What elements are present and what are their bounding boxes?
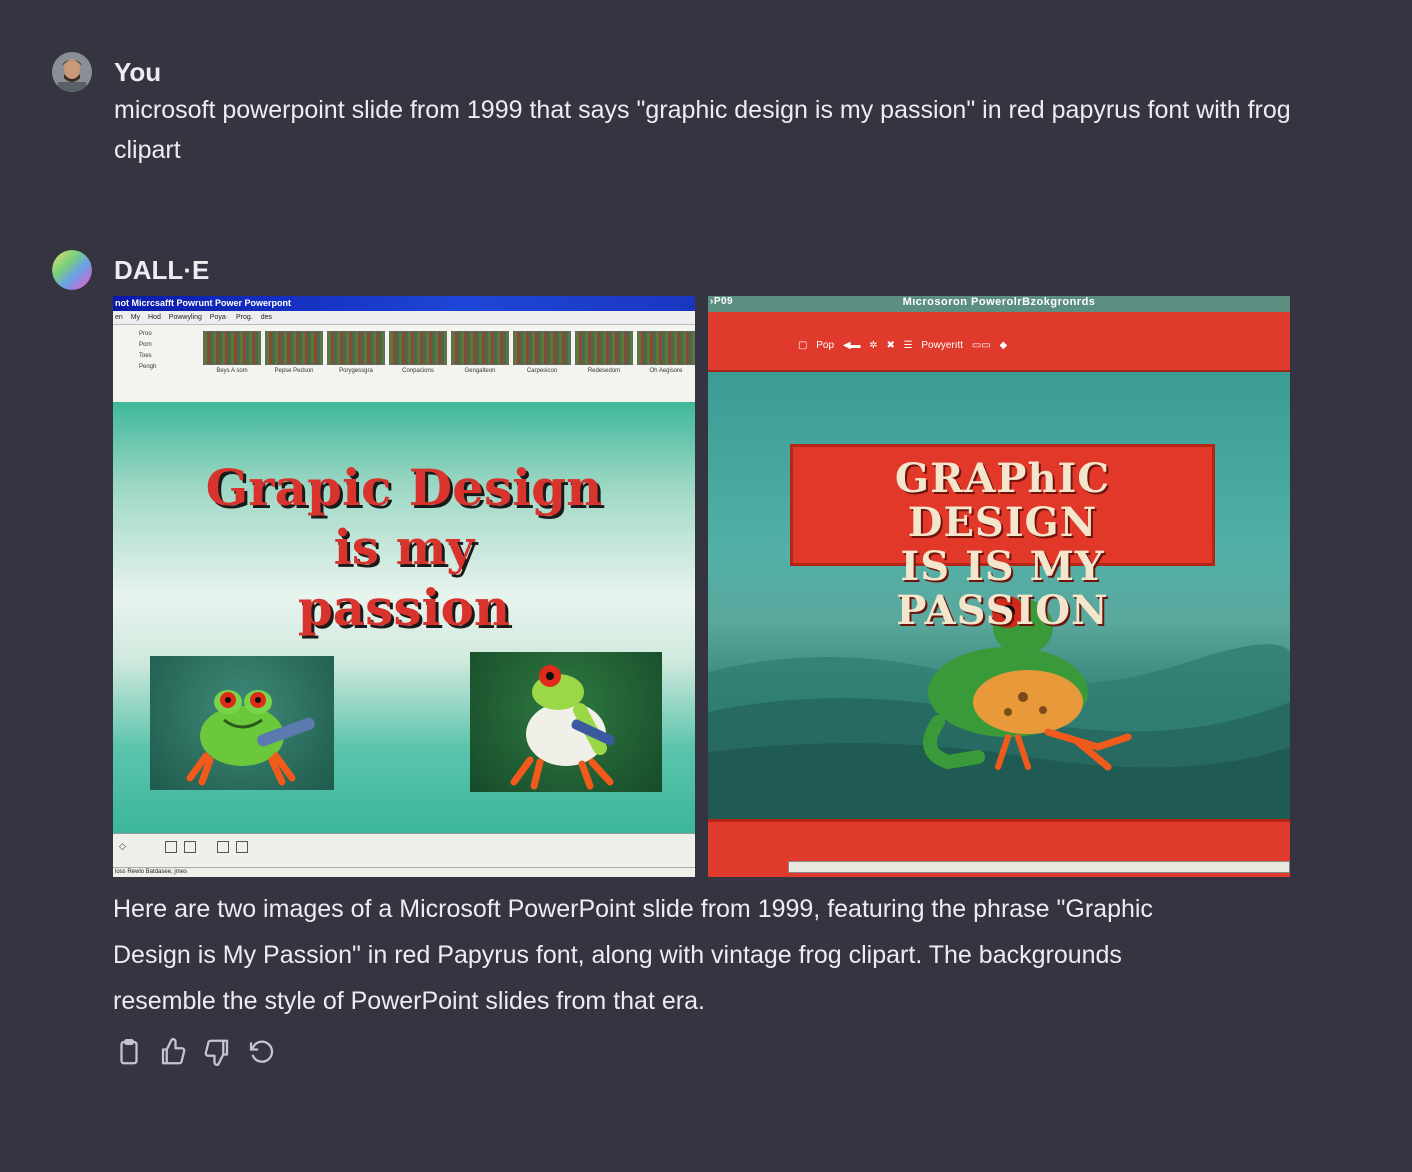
slide-thumbnail: Oh Aegisore bbox=[637, 331, 695, 377]
lines-icon: ☰ bbox=[903, 340, 913, 351]
thumb-label: Oh Aegisore bbox=[649, 368, 683, 374]
slide-thumbnail: Conpacions bbox=[389, 331, 447, 377]
thumb-label: Conpacions bbox=[402, 368, 434, 374]
slide-thumbnail: Beys A som bbox=[203, 331, 261, 377]
thumbs-down-button[interactable] bbox=[202, 1037, 232, 1067]
thumb-label: Porygessgra bbox=[339, 368, 373, 374]
frog-icon bbox=[510, 665, 615, 790]
slide-thumbnail: Pepse Pedson bbox=[265, 331, 323, 377]
titlebar-title: Mıcrosoron PowerolrBzokgronrds bbox=[902, 296, 1096, 308]
frog-clipart bbox=[470, 652, 662, 792]
slide-title-line2: IS IS MY PASSION bbox=[896, 543, 1109, 634]
frog-clipart bbox=[150, 656, 334, 790]
assistant-name: DALL·E bbox=[114, 255, 210, 285]
user-avatar bbox=[52, 52, 92, 92]
side-label: Proo bbox=[139, 331, 152, 337]
slide-title-line3: passion bbox=[297, 578, 511, 637]
slide-thumbnail: Porygessgra bbox=[327, 331, 385, 377]
ppt-titlebar: not Micrcsafft Powrunt Power Powerpont bbox=[113, 296, 695, 311]
side-label: Toes bbox=[139, 353, 152, 359]
generated-image-2[interactable]: ›P09 Mıcrosoron PowerolrBzokgronrds ▢ Po… bbox=[708, 296, 1290, 877]
thumb-label: Redesedom bbox=[587, 368, 621, 374]
ppt-titlebar: ›P09 Mıcrosoron PowerolrBzokgronrds bbox=[708, 296, 1290, 312]
slide-title-box: GRAPhIC DESIGN IS IS MY PASSION bbox=[790, 444, 1215, 633]
ppt-menubar: en My Hod Powwyling Poya· Prog. des bbox=[113, 311, 695, 325]
slide-thumbnail: Redesedom bbox=[575, 331, 633, 377]
slide-title-line2: is my bbox=[333, 520, 475, 576]
ppt-status-text: loss Rewlo Batdasee, jmes bbox=[113, 867, 695, 877]
ppt-toolbar: Proo Porn Toes Pengh Beys A som Pepse Pe… bbox=[113, 325, 695, 382]
slide-title-line1: Grapic Design bbox=[205, 458, 603, 517]
reply-line: resemble the style of PowerPoint slides … bbox=[113, 987, 705, 1015]
slide-canvas: Grapic Design is my passion bbox=[113, 402, 695, 834]
copy-icon bbox=[120, 1039, 138, 1065]
thumb-label: Pepse Pedson bbox=[274, 368, 314, 374]
reply-line: Design is My Passion" in red Papyrus fon… bbox=[113, 941, 1122, 969]
ppt-toolbar: ▢ Pop ◀▬ ✲ ✖ ☰ Powyerıtt ▭▭ ◆ bbox=[708, 312, 1290, 372]
diamond-icon: ◇ bbox=[119, 841, 126, 851]
x-icon: ✖ bbox=[886, 340, 895, 351]
toolbar-label-power: Powyerıtt bbox=[921, 340, 964, 351]
side-label: Pengh bbox=[139, 364, 157, 370]
window-icon: ▭▭ bbox=[971, 340, 991, 351]
slide-title: GRAPhIC DESIGN IS IS MY PASSION bbox=[793, 457, 1212, 633]
side-label: Porn bbox=[139, 342, 152, 348]
regenerate-icon bbox=[249, 1040, 274, 1063]
thumb-label: Beys A som bbox=[216, 368, 248, 374]
toolbar-icons: ▢ Pop ◀▬ ✲ ✖ ☰ Powyerıtt ▭▭ ◆ bbox=[798, 340, 1218, 358]
thumbs-up-button[interactable] bbox=[158, 1037, 188, 1067]
ppt-bottom-bar bbox=[708, 819, 1290, 877]
regenerate-button[interactable] bbox=[246, 1037, 276, 1067]
thumbs-up-icon bbox=[161, 1038, 186, 1065]
pencil-icon: ◀▬ bbox=[842, 340, 861, 351]
ppt-ruler bbox=[113, 381, 695, 402]
slide-thumbnail: Gengalteon bbox=[451, 331, 509, 377]
square-icon: ▢ bbox=[798, 340, 808, 351]
ppt-side-labels: Proo Porn Toes Pengh bbox=[115, 329, 195, 373]
thumb-label: Gengalteon bbox=[464, 368, 496, 374]
thumbs-down-icon bbox=[204, 1039, 229, 1066]
arrow-icon: ◆ bbox=[999, 340, 1008, 351]
user-prompt: microsoft powerpoint slide from 1999 tha… bbox=[114, 96, 1291, 164]
thumb-label: Carpesicon bbox=[526, 368, 558, 374]
toolbar-label-pop: Pop bbox=[816, 340, 835, 351]
frog-icon bbox=[186, 690, 315, 786]
generated-images: not Micrcsafft Powrunt Power Powerpont e… bbox=[113, 296, 1290, 877]
copy-button[interactable] bbox=[114, 1037, 144, 1067]
ppt-statusbar: ◇ loss Rewlo Batdasee, jmes bbox=[113, 833, 695, 877]
slide-title-line1: GRAPhIC DESIGN bbox=[894, 455, 1111, 546]
generated-image-1[interactable]: not Micrcsafft Powrunt Power Powerpont e… bbox=[113, 296, 695, 877]
slide-thumbnail: Carpesicon bbox=[513, 331, 571, 377]
dalle-avatar bbox=[52, 250, 92, 290]
star-icon: ✲ bbox=[869, 340, 878, 351]
horizontal-scrollbar[interactable] bbox=[788, 861, 1290, 873]
user-name: You bbox=[114, 57, 162, 87]
assistant-reply: Here are two images of a Microsoft Power… bbox=[113, 886, 1293, 1024]
reply-line: Here are two images of a Microsoft Power… bbox=[113, 895, 1153, 923]
drawing-tools bbox=[165, 840, 285, 853]
titlebar-left-text: ›P09 bbox=[710, 296, 734, 307]
